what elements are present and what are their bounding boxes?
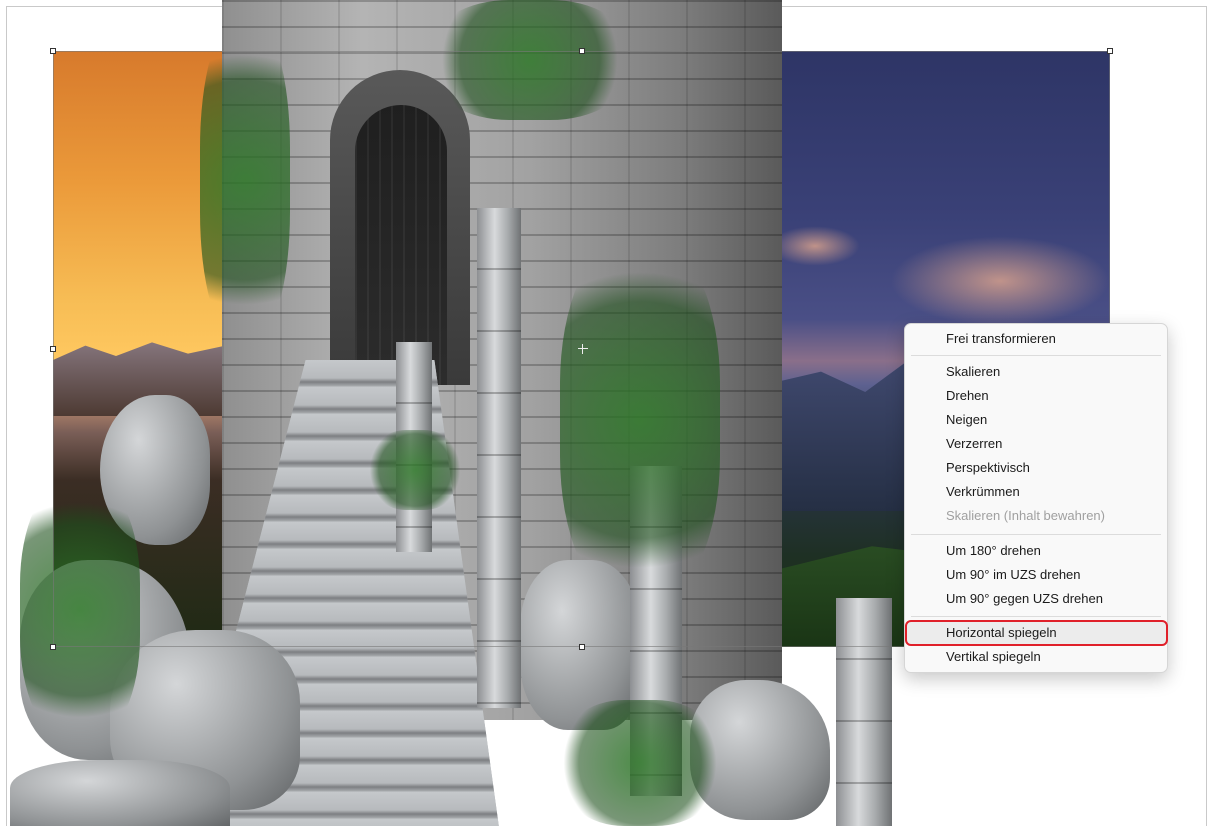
rock — [10, 760, 230, 826]
transform-handle-icon[interactable] — [50, 48, 56, 54]
menu-item-flip-horizontal[interactable]: Horizontal spiegeln — [905, 622, 1167, 644]
menu-item-distort[interactable]: Verzerren — [905, 433, 1167, 455]
menu-item-content-aware-scale: Skalieren (Inhalt bewahren) — [946, 508, 1105, 523]
menu-item-scale[interactable]: Skalieren — [905, 361, 1167, 383]
ivy — [20, 480, 140, 740]
menu-separator — [911, 616, 1161, 617]
menu-item-rotate-180[interactable]: Um 180° drehen — [905, 540, 1167, 562]
menu-item-flip-vertical[interactable]: Vertikal spiegeln — [905, 646, 1167, 668]
transform-handle-icon[interactable] — [579, 48, 585, 54]
transform-handle-icon[interactable] — [50, 644, 56, 650]
cloud — [770, 226, 860, 266]
menu-separator — [911, 534, 1161, 535]
menu-item-perspective[interactable]: Perspektivisch — [905, 457, 1167, 479]
menu-item-rotate-90-ccw[interactable]: Um 90° gegen UZS drehen — [905, 588, 1167, 610]
stone-pillar — [477, 208, 521, 708]
menu-item-skew[interactable]: Neigen — [905, 409, 1167, 431]
stone-pillar — [836, 598, 892, 826]
ivy — [430, 0, 630, 120]
transform-handle-icon[interactable] — [579, 644, 585, 650]
ivy — [560, 700, 720, 826]
ivy — [560, 240, 720, 600]
menu-separator — [911, 355, 1161, 356]
menu-item-rotate-90-cw[interactable]: Um 90° im UZS drehen — [905, 564, 1167, 586]
transform-handle-icon[interactable] — [1107, 48, 1113, 54]
ivy — [200, 20, 290, 340]
menu-item-rotate[interactable]: Drehen — [905, 385, 1167, 407]
transform-context-menu: Frei transformieren Skalieren Drehen Nei… — [904, 323, 1168, 673]
menu-item-warp[interactable]: Verkrümmen — [905, 481, 1167, 503]
cloud — [890, 236, 1110, 326]
transform-handle-icon[interactable] — [50, 346, 56, 352]
menu-item-free-transform[interactable]: Frei transformieren — [905, 328, 1167, 350]
center-point-icon[interactable] — [578, 344, 588, 354]
ivy — [370, 430, 460, 510]
